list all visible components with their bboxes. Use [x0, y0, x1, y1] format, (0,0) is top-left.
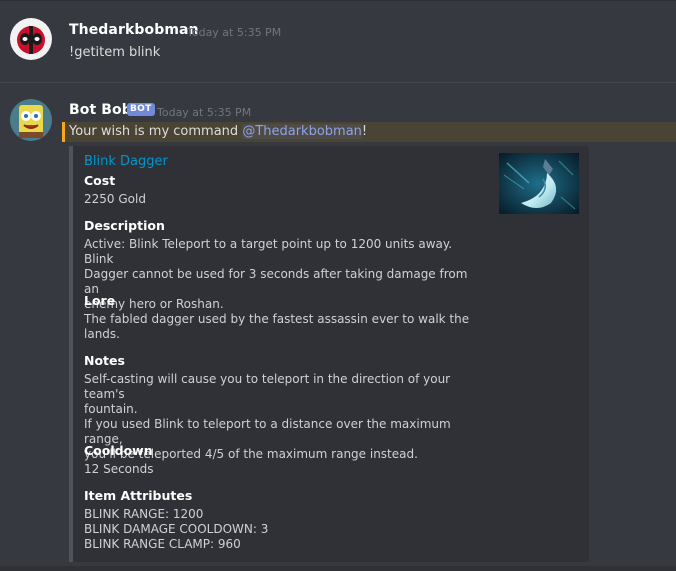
field-name-cost: Cost: [84, 173, 116, 188]
mentioned-message-highlight: Your wish is my command @Thedarkbobman!: [62, 122, 676, 142]
bottom-border: [0, 566, 676, 571]
field-name-lore: Lore: [84, 293, 116, 308]
bot-badge: BOT: [127, 103, 155, 116]
message-timestamp: Today at 5:35 PM: [157, 106, 252, 119]
message-text-end: !: [361, 124, 368, 139]
message-divider: [0, 82, 676, 83]
blink-dagger-icon[interactable]: [499, 153, 579, 214]
message-username[interactable]: Thedarkbobman: [69, 22, 199, 38]
field-name-notes: Notes: [84, 353, 125, 368]
item-embed: Blink Dagger Cost 2250 Gold Description …: [69, 146, 589, 562]
embed-title[interactable]: Blink Dagger: [84, 154, 168, 169]
user-mention[interactable]: @Thedarkbobman: [242, 124, 362, 139]
top-border: [0, 0, 676, 1]
field-value-description: Active: Blink Teleport to a target point…: [84, 237, 468, 311]
message-timestamp: Today at 5:35 PM: [187, 26, 282, 39]
field-value-lore: The fabled dagger used by the fastest as…: [84, 312, 470, 341]
message-username[interactable]: Bot Bob: [69, 102, 132, 118]
deadpool-avatar-icon[interactable]: [10, 18, 52, 60]
field-name-item-attributes: Item Attributes: [84, 488, 193, 503]
field-name-cooldown: Cooldown: [84, 443, 153, 458]
field-value-cooldown: 12 Seconds: [84, 462, 154, 476]
field-value-cost: 2250 Gold: [84, 192, 146, 206]
field-name-description: Description: [84, 218, 165, 233]
field-value-item-attributes: BLINK RANGE: 1200 BLINK DAMAGE COOLDOWN:…: [84, 507, 269, 551]
message-text: !getitem blink: [69, 45, 161, 60]
spongebob-avatar-icon[interactable]: [10, 99, 52, 141]
message-text: Your wish is my command @Thedarkbobman!: [69, 124, 367, 139]
message-text-start: Your wish is my command: [69, 124, 243, 139]
